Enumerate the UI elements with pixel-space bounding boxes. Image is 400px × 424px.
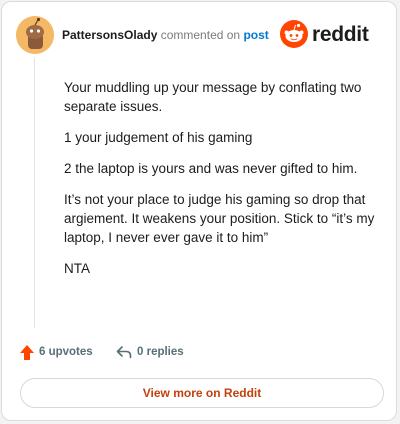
view-more-on-reddit-button[interactable]: View more on Reddit <box>20 378 384 408</box>
reddit-logo[interactable]: reddit <box>280 20 380 50</box>
comment-paragraph: 2 the laptop is yours and was never gift… <box>64 161 358 176</box>
upvote-count: 6 upvotes <box>39 346 93 358</box>
comment-paragraph: 1 your judgement of his gaming <box>64 130 253 145</box>
comment-header: PattersonsOlady commented on post reddit <box>16 16 382 56</box>
post-link[interactable]: post <box>243 28 268 42</box>
reddit-wordmark: reddit <box>312 23 369 46</box>
comment-paragraph: NTA <box>64 261 90 276</box>
comment-body: Your muddling up your message by conflat… <box>64 78 382 290</box>
snoo-avatar-icon <box>16 16 54 54</box>
upvote-button[interactable]: 6 upvotes <box>20 343 104 363</box>
comment-meta: PattersonsOlady commented on post <box>62 28 269 42</box>
reply-count: 0 replies <box>137 346 184 358</box>
reddit-comment-embed-card: PattersonsOlady commented on post reddit… <box>1 1 397 421</box>
comment-paragraph: Your muddling up your message by conflat… <box>64 80 362 114</box>
reddit-snoo-logo-icon <box>280 20 308 48</box>
thread-line <box>34 58 35 328</box>
replies-button[interactable]: 0 replies <box>116 343 206 363</box>
username-link[interactable]: PattersonsOlady <box>62 28 157 42</box>
reply-arrow-icon <box>116 346 132 359</box>
upvote-arrow-icon <box>20 345 34 360</box>
comment-paragraph: It’s not your place to judge his gaming … <box>64 192 375 245</box>
user-avatar[interactable] <box>16 16 54 54</box>
commented-on-text: commented on <box>160 28 241 42</box>
